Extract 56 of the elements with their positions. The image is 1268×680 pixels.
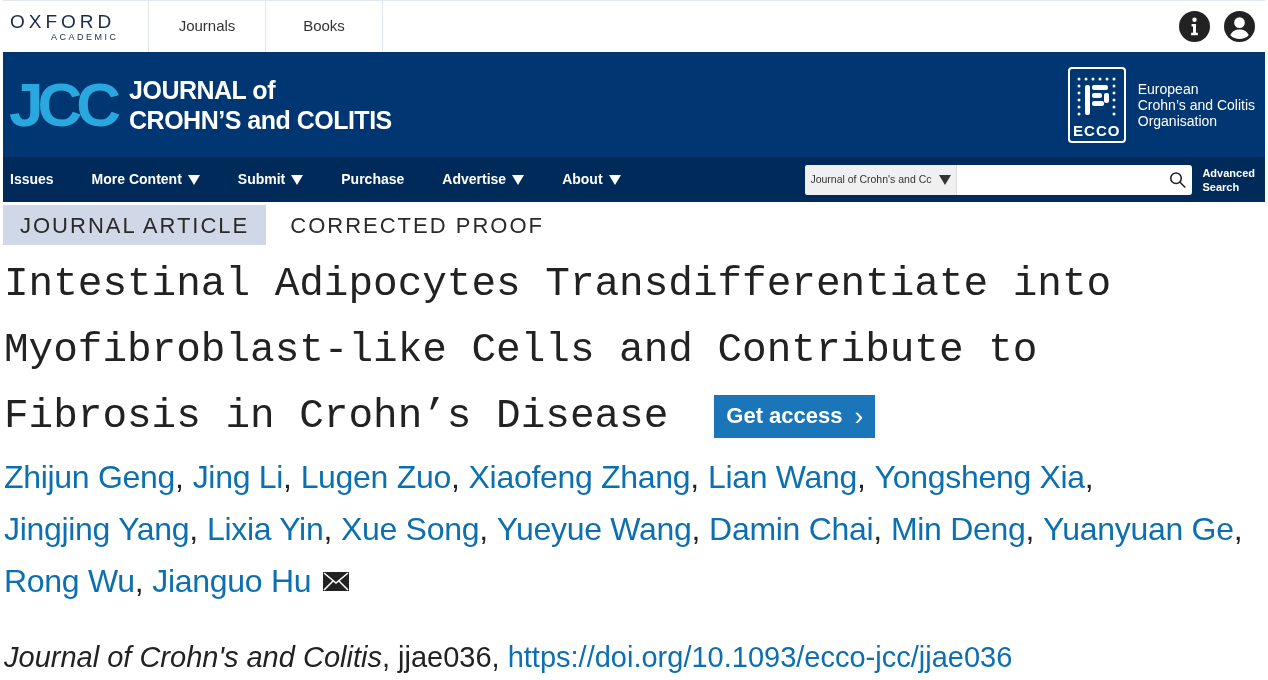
separator-comma: , bbox=[323, 510, 332, 549]
separator-comma: , bbox=[873, 510, 882, 549]
separator-comma: , bbox=[189, 510, 198, 549]
separator-comma: , bbox=[857, 458, 866, 497]
caret-icon bbox=[512, 174, 525, 185]
separator-comma: , bbox=[479, 510, 488, 549]
author-link[interactable]: Yuanyuan Ge bbox=[1043, 503, 1234, 555]
nav-menu-item[interactable]: Advertise bbox=[442, 169, 525, 190]
author-link[interactable]: Lugen Zuo bbox=[300, 451, 451, 503]
nav-menu-item[interactable]: More Content bbox=[91, 169, 200, 190]
nav-menu-item[interactable]: Submit bbox=[237, 169, 304, 190]
separator-comma: , bbox=[1025, 510, 1035, 549]
ecco-logo[interactable]: ECCO European Crohn’s and Colitis Organisation bbox=[1067, 66, 1255, 143]
separator-comma: , bbox=[134, 562, 144, 601]
separator-comma: , bbox=[1084, 458, 1094, 497]
nav-menu-item[interactable]: Purchase bbox=[341, 169, 405, 190]
article-type-label: JOURNAL ARTICLE bbox=[3, 205, 267, 245]
separator-comma: , bbox=[175, 458, 184, 497]
caret-icon bbox=[938, 174, 951, 185]
oxford-academic-logo[interactable]: OXFORD ACADEMIC bbox=[3, 1, 148, 52]
citation-text: Journal of Crohn's and Colitis, jjae036, https://doi.org/10.1093/ecco-jcc/jjae036 bbox=[3, 643, 1014, 672]
separator-comma: , bbox=[690, 458, 699, 497]
author-link[interactable]: Jingjing Yang bbox=[4, 503, 190, 555]
search-icon[interactable] bbox=[1168, 170, 1187, 189]
author-link[interactable]: Lixia Yin bbox=[206, 503, 324, 555]
author-link[interactable]: Xue Song bbox=[341, 503, 480, 555]
author-link[interactable]: Jing Li bbox=[192, 451, 284, 503]
get-access-button[interactable]: Get access › bbox=[714, 394, 876, 438]
separator-comma: , bbox=[691, 510, 701, 549]
separator-comma: , bbox=[283, 458, 292, 497]
mail-icon[interactable] bbox=[323, 571, 350, 591]
author-link[interactable]: Yongsheng Xia bbox=[874, 451, 1085, 503]
author-link[interactable]: Rong Wu bbox=[4, 555, 135, 607]
doi-link[interactable]: https://doi.org/10.1093/ecco-jcc/jjae036 bbox=[507, 641, 1013, 673]
search-scope-dropdown[interactable]: Journal of Crohn's and Cc bbox=[805, 164, 957, 195]
article-type-label: CORRECTED PROOF bbox=[289, 211, 545, 240]
author-link[interactable]: Min Deng bbox=[890, 503, 1026, 555]
advanced-search-link[interactable]: Advanced Search bbox=[1202, 165, 1255, 194]
author-link[interactable]: Xiaofeng Zhang bbox=[468, 451, 691, 503]
author-link[interactable]: Yueyue Wang bbox=[496, 503, 692, 555]
nav-menu-item[interactable]: About bbox=[562, 169, 621, 190]
article-title: Fibrosis in Crohn’s Disease bbox=[4, 392, 669, 441]
caret-icon bbox=[291, 174, 304, 185]
nav-menu-item[interactable]: Issues bbox=[10, 169, 54, 190]
article-title: Myofibroblast-like Cells and Contribute to bbox=[4, 326, 1038, 375]
author-link[interactable]: Lian Wang bbox=[707, 451, 857, 503]
caret-icon bbox=[608, 174, 621, 185]
separator-comma: , bbox=[1233, 510, 1243, 549]
author-link[interactable]: Zhijun Geng bbox=[4, 451, 176, 503]
user-icon[interactable] bbox=[1224, 11, 1255, 42]
info-icon[interactable] bbox=[1179, 11, 1210, 42]
author-link[interactable]: Damin Chai bbox=[709, 503, 874, 555]
separator-comma: , bbox=[450, 458, 460, 497]
article-title: Intestinal Adipocytes Transdifferentiate into bbox=[4, 260, 1112, 309]
author-link[interactable]: Jianguo Hu bbox=[152, 555, 350, 607]
caret-icon bbox=[187, 174, 200, 185]
